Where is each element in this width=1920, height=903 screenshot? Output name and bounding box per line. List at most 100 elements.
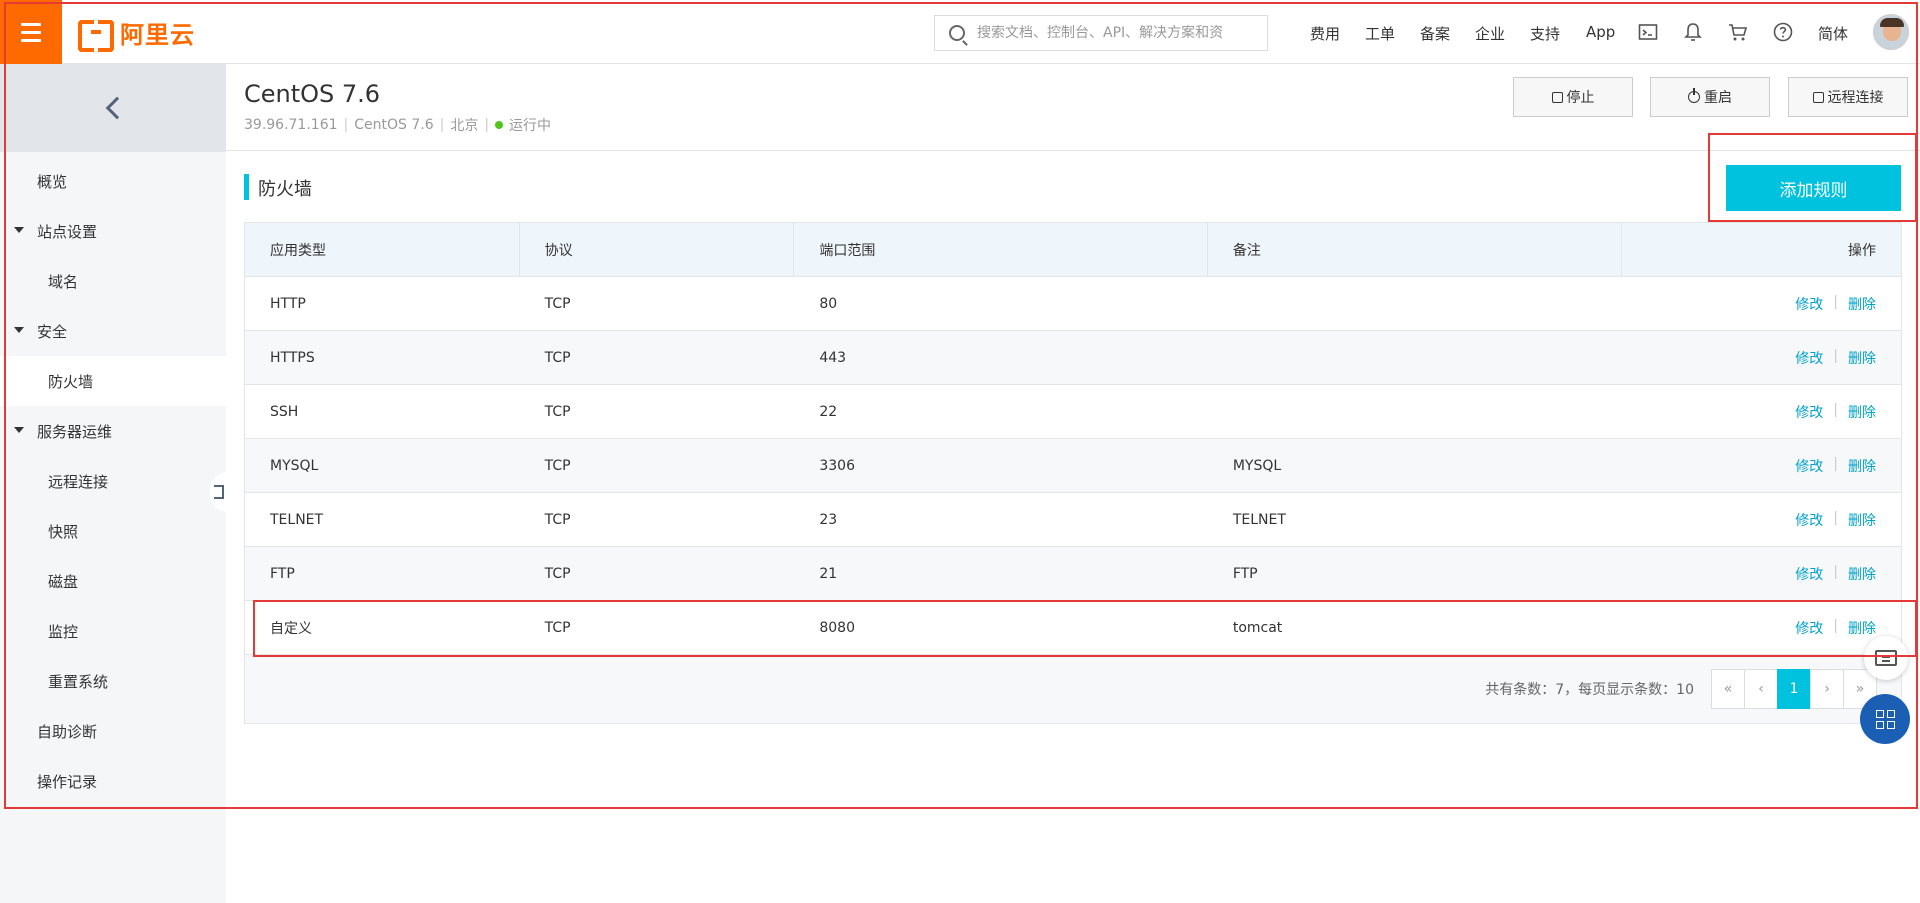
search-box[interactable] xyxy=(934,15,1268,51)
edit-link[interactable]: 修改 xyxy=(1795,618,1823,638)
page-button-current[interactable]: 1 xyxy=(1777,669,1811,709)
delete-link[interactable]: 删除 xyxy=(1848,564,1876,584)
sidebar-group-site-settings[interactable]: 站点设置 xyxy=(0,206,226,256)
remote-connect-label: 远程连接 xyxy=(1827,90,1884,106)
stop-icon xyxy=(1551,91,1563,103)
edit-link[interactable]: 修改 xyxy=(1795,294,1823,314)
nav-fees[interactable]: 费用 xyxy=(1310,23,1340,44)
back-button[interactable] xyxy=(0,64,226,152)
remote-connect-button[interactable]: 远程连接 xyxy=(1788,77,1908,117)
column-header-app-type: 应用类型 xyxy=(245,223,520,277)
cell-protocol: TCP xyxy=(544,295,571,312)
first-page-button[interactable]: « xyxy=(1711,669,1745,709)
cell-app-type: HTTP xyxy=(270,295,306,312)
cell-protocol: TCP xyxy=(544,511,571,528)
cell-port-range: 21 xyxy=(819,565,838,582)
chevron-left-icon xyxy=(105,96,129,120)
stop-label: 停止 xyxy=(1566,90,1595,106)
search-input[interactable] xyxy=(977,25,1267,41)
chat-icon xyxy=(1875,650,1897,666)
cell-app-type: TELNET xyxy=(270,511,324,528)
sidebar-item-label: 服务器运维 xyxy=(37,422,113,441)
sidebar-item-snapshot[interactable]: 快照 xyxy=(0,506,226,556)
cell-note: tomcat xyxy=(1232,619,1283,636)
action-separator: | xyxy=(1833,347,1839,364)
menu-icon[interactable] xyxy=(0,0,62,64)
nav-app[interactable]: App xyxy=(1586,23,1615,41)
sidebar-item-monitor[interactable]: 监控 xyxy=(0,606,226,656)
user-avatar[interactable] xyxy=(1873,14,1909,50)
restart-button[interactable]: 重启 xyxy=(1650,77,1770,117)
next-page-button[interactable]: › xyxy=(1810,669,1844,709)
cart-icon[interactable] xyxy=(1728,22,1748,42)
cell-app-type: MYSQL xyxy=(270,457,319,474)
edit-link[interactable]: 修改 xyxy=(1795,456,1823,476)
apps-button[interactable] xyxy=(1860,694,1910,744)
column-header-port-range: 端口范围 xyxy=(794,223,1208,277)
table-row: HTTP TCP 80 修改 | 删除 xyxy=(245,277,1901,331)
power-icon xyxy=(1688,88,1700,103)
cell-protocol: TCP xyxy=(544,619,571,636)
edit-link[interactable]: 修改 xyxy=(1795,348,1823,368)
instance-ip: 39.96.71.161 xyxy=(244,117,338,133)
action-separator: | xyxy=(1833,509,1839,526)
cell-actions: 修改 | 删除 xyxy=(1622,510,1901,530)
help-icon[interactable] xyxy=(1773,22,1793,42)
delete-link[interactable]: 删除 xyxy=(1848,456,1876,476)
table-row: MYSQL TCP 3306 MYSQL 修改 | 删除 xyxy=(245,439,1901,493)
apps-grid-icon xyxy=(1875,709,1895,729)
table-footer: 共有条数：7，每页显示条数：10 « ‹ 1 › » xyxy=(245,655,1901,723)
sidebar-item-firewall[interactable]: 防火墙 xyxy=(0,356,226,406)
edit-link[interactable]: 修改 xyxy=(1795,510,1823,530)
cell-protocol: TCP xyxy=(544,349,571,366)
nav-support[interactable]: 支持 xyxy=(1530,23,1560,44)
terminal-icon xyxy=(1812,91,1824,103)
cell-protocol: TCP xyxy=(544,457,571,474)
sidebar-item-reset-system[interactable]: 重置系统 xyxy=(0,656,226,706)
prev-page-button[interactable]: ‹ xyxy=(1744,669,1778,709)
sidebar-item-remote-connect[interactable]: 远程连接 xyxy=(0,456,226,506)
sidebar-item-operation-log[interactable]: 操作记录 xyxy=(0,756,226,806)
main-content: CentOS 7.6 39.96.71.161 | CentOS 7.6 | 北… xyxy=(226,64,1920,903)
language-switch[interactable]: 简体 xyxy=(1818,23,1848,44)
instance-os: CentOS 7.6 xyxy=(354,117,434,133)
delete-link[interactable]: 删除 xyxy=(1848,402,1876,422)
cell-port-range: 8080 xyxy=(819,619,855,636)
nav-icp[interactable]: 备案 xyxy=(1420,23,1450,44)
instance-region: 北京 xyxy=(450,118,479,134)
bell-icon[interactable] xyxy=(1683,22,1703,42)
table-row: SSH TCP 22 修改 | 删除 xyxy=(245,385,1901,439)
sidebar-item-overview[interactable]: 概览 xyxy=(0,156,226,206)
cell-app-type: 自定义 xyxy=(270,620,312,637)
table-row: FTP TCP 21 FTP 修改 | 删除 xyxy=(245,547,1901,601)
sidebar-group-server-ops[interactable]: 服务器运维 xyxy=(0,406,226,456)
stop-button[interactable]: 停止 xyxy=(1513,77,1633,117)
status-dot-icon xyxy=(495,121,504,129)
delete-link[interactable]: 删除 xyxy=(1848,294,1876,314)
nav-enterprise[interactable]: 企业 xyxy=(1475,23,1505,44)
firewall-rules-table: 应用类型 协议 端口范围 备注 操作 HTTP TCP 80 修改 | 删除 HTT… xyxy=(244,222,1902,724)
table-body: HTTP TCP 80 修改 | 删除 HTTPS TCP 443 修改 | 删除 SS… xyxy=(245,277,1901,655)
delete-link[interactable]: 删除 xyxy=(1848,510,1876,530)
logo[interactable]: 阿里云 xyxy=(78,17,195,52)
delete-link[interactable]: 删除 xyxy=(1848,348,1876,368)
cell-actions: 修改 | 删除 xyxy=(1622,294,1901,314)
cell-actions: 修改 | 删除 xyxy=(1622,618,1901,638)
sidebar-group-security[interactable]: 安全 xyxy=(0,306,226,356)
nav-tickets[interactable]: 工单 xyxy=(1365,23,1395,44)
section-accent-bar xyxy=(244,174,249,200)
column-header-note: 备注 xyxy=(1208,223,1623,277)
cell-app-type: SSH xyxy=(270,403,299,420)
sidebar-item-domain[interactable]: 域名 xyxy=(0,256,226,306)
edit-link[interactable]: 修改 xyxy=(1795,402,1823,422)
delete-link[interactable]: 删除 xyxy=(1848,618,1876,638)
edit-link[interactable]: 修改 xyxy=(1795,564,1823,584)
terminal-icon[interactable] xyxy=(1638,22,1658,42)
sidebar-item-disk[interactable]: 磁盘 xyxy=(0,556,226,606)
sidebar-item-self-diagnosis[interactable]: 自助诊断 xyxy=(0,706,226,756)
action-separator: | xyxy=(1833,563,1839,580)
meta-separator: | xyxy=(484,117,490,133)
add-rule-button[interactable]: 添加规则 xyxy=(1726,165,1901,211)
chat-button[interactable] xyxy=(1864,636,1908,680)
cell-actions: 修改 | 删除 xyxy=(1622,456,1901,476)
